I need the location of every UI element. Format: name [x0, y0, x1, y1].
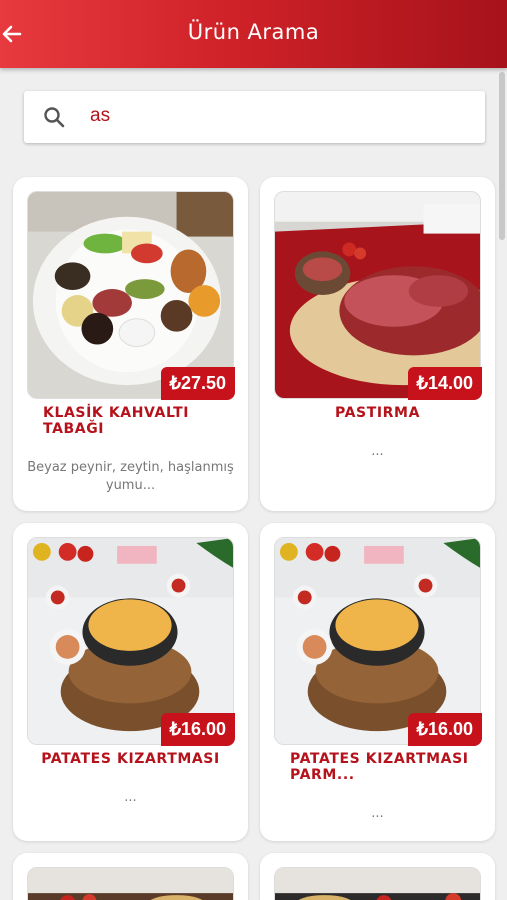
product-card[interactable]: ₺16.00 PATATES KIZARTMASI ...	[13, 523, 248, 841]
search-input[interactable]: as	[24, 91, 485, 143]
product-card[interactable]: ₺16.00 PATATES KIZARTMASI PARM... ...	[260, 523, 495, 841]
price-badge: ₺16.00	[160, 713, 235, 746]
product-card[interactable]	[13, 853, 248, 900]
product-name: PATATES KIZARTMASI	[41, 751, 220, 767]
product-card[interactable]: ₺14.00 PASTIRMA ...	[260, 177, 495, 511]
product-name: PATATES KIZARTMASI PARM...	[290, 751, 469, 783]
product-description: Beyaz peynir, zeytin, haşlanmış yumu...	[27, 460, 234, 493]
scrollbar[interactable]	[499, 72, 505, 240]
product-card[interactable]: ₺27.50 KLASİK KAHVALTI TABAĞI Beyaz peyn…	[13, 177, 248, 511]
price-badge: ₺16.00	[407, 713, 482, 746]
search-query[interactable]: as	[90, 105, 110, 127]
product-card[interactable]	[260, 853, 495, 900]
product-image	[27, 867, 234, 900]
app-bar: Ürün Arama	[0, 0, 507, 68]
product-description: ...	[371, 444, 384, 459]
product-name: PASTIRMA	[335, 405, 420, 421]
product-description: ...	[124, 790, 137, 805]
price-badge: ₺14.00	[407, 367, 482, 400]
product-name: KLASİK KAHVALTI TABAĞI	[43, 405, 190, 437]
product-image	[274, 867, 481, 900]
price-badge: ₺27.50	[160, 367, 235, 400]
product-description: ...	[371, 806, 384, 821]
page-title: Ürün Arama	[187, 20, 320, 44]
search-icon	[44, 107, 65, 128]
